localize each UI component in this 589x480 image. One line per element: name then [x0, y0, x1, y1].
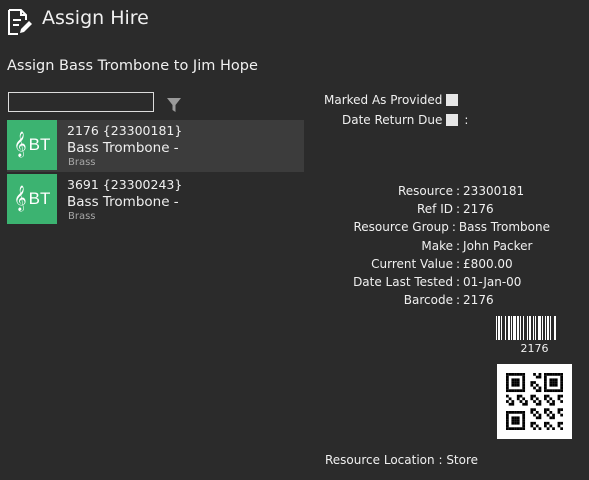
resource-location: Resource Location : Store [325, 453, 478, 467]
qr-code-image [506, 373, 563, 430]
list-item[interactable]: 𝄞 BT 2176 {23300181} Bass Trombone - Bra… [7, 120, 304, 172]
item-name: Bass Trombone - [67, 194, 179, 210]
assign-hire-screen: Assign Hire Assign Bass Trombone to Jim … [0, 0, 589, 480]
filter-icon[interactable] [166, 97, 182, 113]
marked-as-provided-label: Marked As Provided [324, 93, 443, 107]
detail-row: Ref ID:2176 [417, 202, 494, 217]
search-input[interactable] [8, 92, 154, 112]
date-return-due-checkbox[interactable] [446, 114, 459, 126]
edit-document-icon [8, 9, 32, 35]
treble-clef-icon: 𝄞 [13, 132, 27, 157]
item-name: Bass Trombone - [67, 140, 179, 156]
marked-as-provided-row: Marked As Provided [324, 93, 459, 107]
instrument-badge: 𝄞 BT [7, 174, 57, 224]
date-return-due-value: : [464, 113, 469, 127]
barcode-image [496, 316, 556, 340]
resource-location-separator: : [438, 453, 443, 467]
resource-location-value: Store [446, 453, 479, 467]
detail-row: Resource:23300181 [397, 184, 525, 198]
resource-details: Resource:23300181 Ref ID:2176 Resource G… [300, 184, 550, 311]
detail-row: Make: John Packer [421, 238, 533, 253]
detail-row: Date Last Tested:01-Jan-00 [353, 274, 522, 289]
barcode-text: 2176 [520, 342, 549, 355]
page-title: Assign Hire [42, 7, 149, 29]
treble-clef-icon: 𝄞 [13, 186, 27, 211]
detail-row: Resource Group: Bass Trombone [353, 220, 550, 235]
qr-code [497, 364, 572, 439]
item-group: Brass [68, 211, 96, 222]
item-group: Brass [68, 157, 96, 168]
resource-location-label: Resource Location [325, 453, 435, 467]
marked-as-provided-checkbox[interactable] [446, 94, 459, 106]
date-return-due-label: Date Return Due [342, 113, 443, 127]
detail-row: Current Value: £800.00 [371, 256, 513, 271]
date-return-due-row: Date Return Due : [342, 113, 468, 127]
assign-subtitle: Assign Bass Trombone to Jim Hope [7, 58, 258, 74]
item-id: 2176 {23300181} [67, 123, 183, 138]
detail-row: Barcode:2176 [403, 293, 494, 308]
list-item[interactable]: 𝄞 BT 3691 {23300243} Bass Trombone - Bra… [7, 174, 304, 226]
item-id: 3691 {23300243} [67, 177, 183, 192]
instrument-badge: 𝄞 BT [7, 120, 57, 170]
